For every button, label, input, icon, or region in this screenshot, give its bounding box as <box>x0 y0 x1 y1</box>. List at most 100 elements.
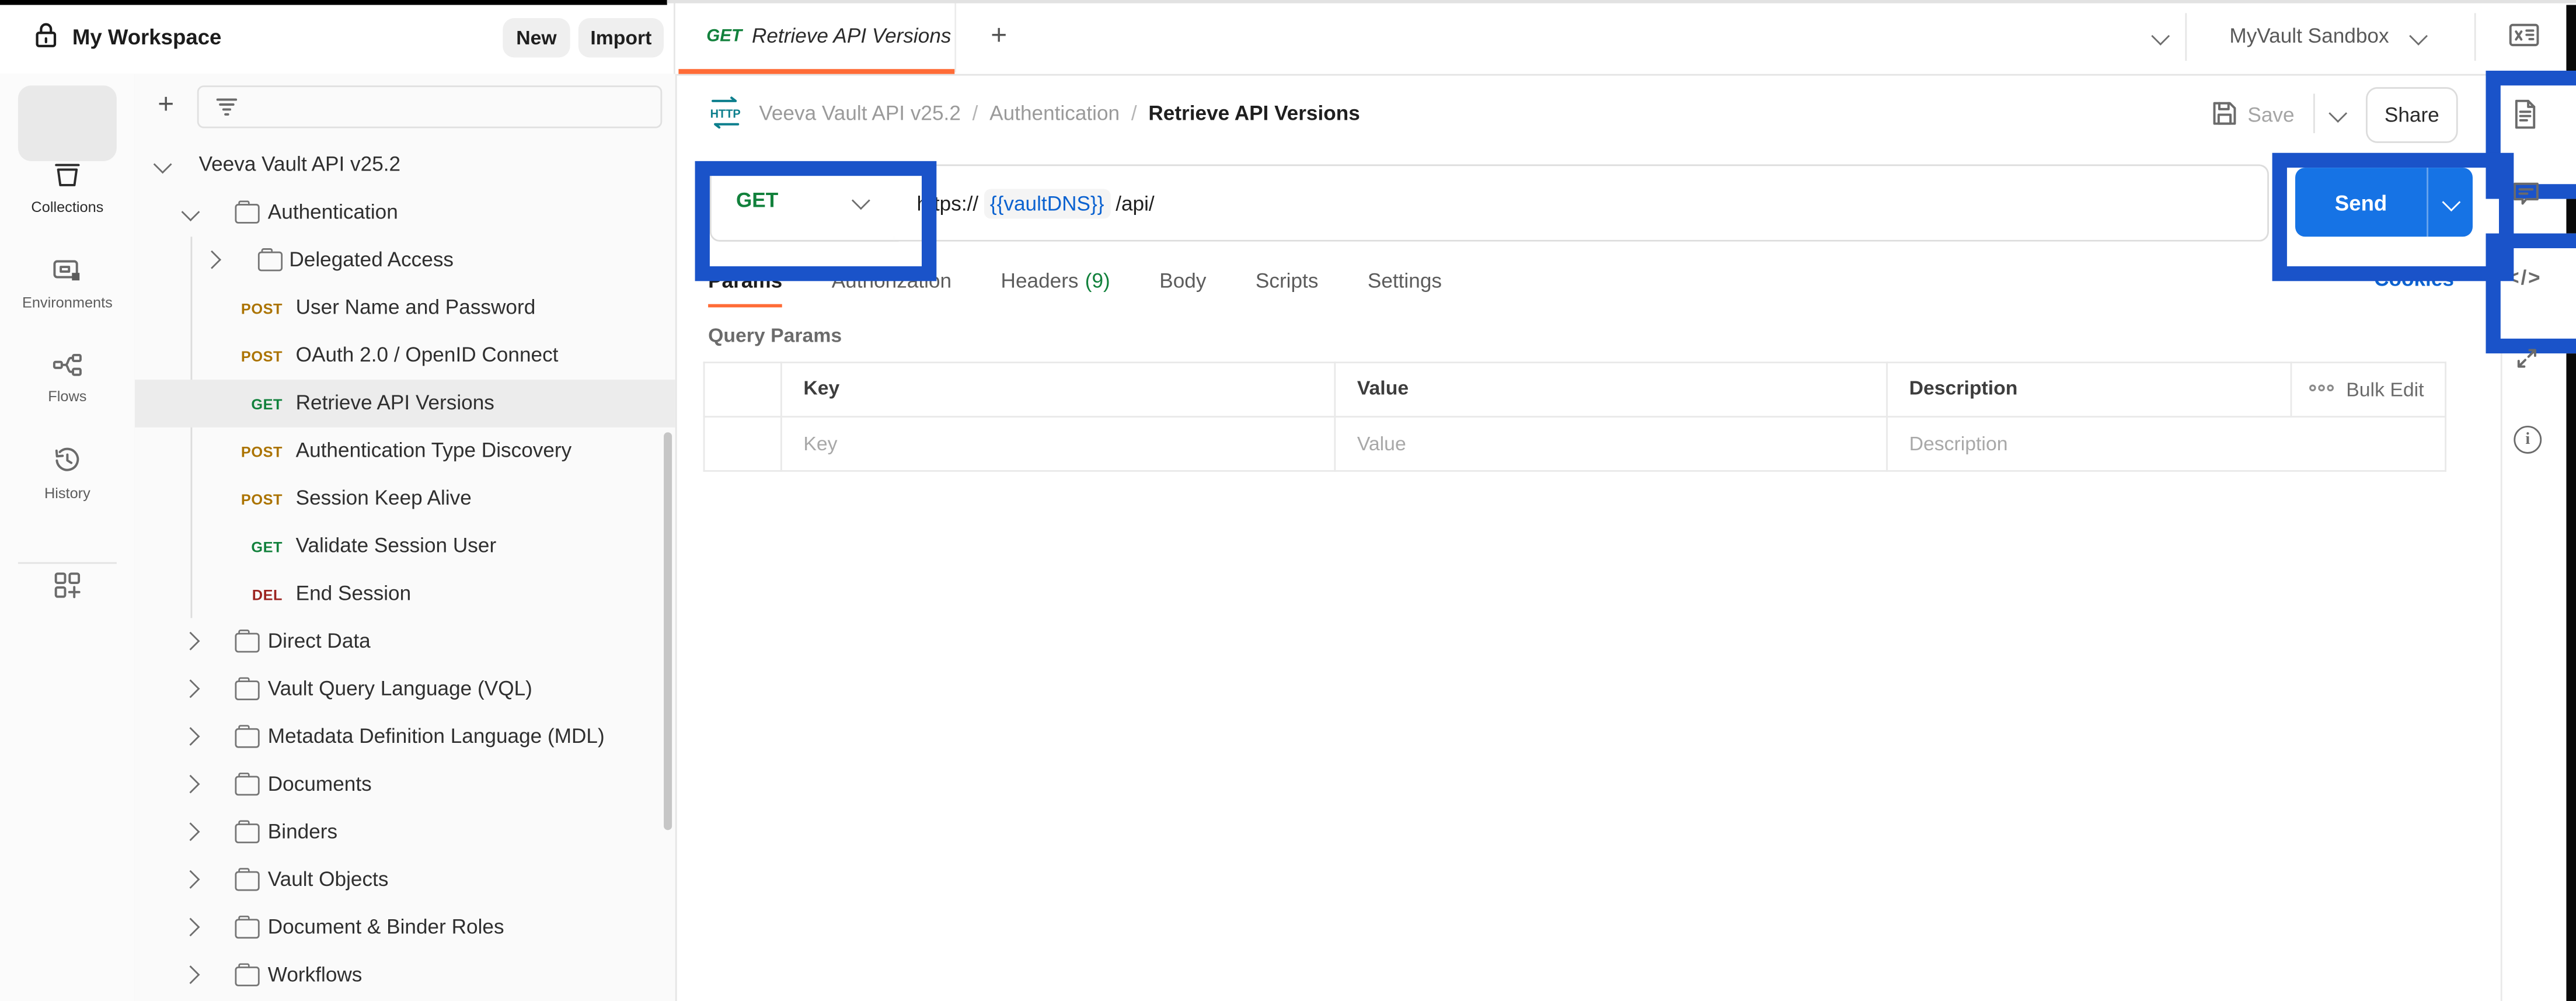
tree-folder-label: Direct Data <box>268 630 371 652</box>
tree-folder[interactable]: Delegated Access <box>135 237 675 284</box>
tree-request-label: Authentication Type Discovery <box>296 439 572 461</box>
tree-folder[interactable]: Document & Binder Roles <box>135 904 675 952</box>
search-input[interactable] <box>197 85 663 128</box>
bulk-edit-icon <box>2309 383 2335 393</box>
http-request-icon: HTTP <box>706 93 744 131</box>
chevron-right-icon <box>182 727 200 746</box>
send-button-label: Send <box>2295 168 2428 237</box>
divider <box>2313 93 2315 133</box>
sidebar-item-collections[interactable]: Collections <box>0 156 135 231</box>
request-tab[interactable]: GET Retrieve API Versions <box>678 0 956 72</box>
chevron-right-icon <box>182 870 200 889</box>
tree-scrollbar[interactable] <box>664 432 672 830</box>
method-badge: POST <box>240 347 283 364</box>
sidebar-item-flows[interactable]: Flows <box>0 347 135 422</box>
info-icon[interactable]: i <box>2514 426 2542 454</box>
tree-folder[interactable]: Vault Objects <box>135 856 675 904</box>
bulk-edit-button[interactable]: Bulk Edit <box>2346 378 2424 401</box>
documentation-icon[interactable] <box>2512 99 2539 130</box>
tree-folder[interactable]: Metadata Definition Language (MDL) <box>135 714 675 762</box>
column-header-key: Key <box>803 377 839 399</box>
chevron-right-icon <box>182 918 200 937</box>
tree-folder[interactable]: Documents <box>135 761 675 809</box>
chevron-right-icon <box>182 632 200 651</box>
tree-request[interactable]: POST Session Keep Alive <box>135 475 675 523</box>
folder-icon <box>235 204 259 224</box>
breadcrumb-request: Retrieve API Versions <box>1148 102 1360 125</box>
tab-scripts[interactable]: Scripts <box>1256 255 1319 307</box>
expand-collapse-icon[interactable] <box>2514 345 2540 371</box>
method-badge: GET <box>240 395 283 412</box>
folder-icon <box>235 919 259 939</box>
environment-selector[interactable]: MyVault Sandbox <box>2229 25 2389 47</box>
param-description-input[interactable]: Description <box>1909 432 2008 455</box>
save-button[interactable]: Save <box>2247 103 2294 126</box>
url-variable[interactable]: {{vaultDNS}} <box>984 188 1111 218</box>
method-badge: POST <box>240 491 283 507</box>
window-top-edge <box>667 0 2576 4</box>
param-value-input[interactable]: Value <box>1357 432 1406 455</box>
tree-folder-label: Vault Query Language (VQL) <box>268 677 532 700</box>
breadcrumb-folder[interactable]: Authentication <box>989 102 1120 125</box>
query-params-table: Key Value Description Bulk Edit Key Valu… <box>703 362 2446 472</box>
chevron-right-icon <box>203 251 221 269</box>
chevron-down-icon <box>154 155 172 174</box>
tree-folder-label: Binders <box>268 820 337 843</box>
configure-sidebar-icon[interactable] <box>54 572 81 598</box>
tree-request[interactable]: POST Authentication Type Discovery <box>135 427 675 475</box>
send-options-chevron-icon[interactable] <box>2428 168 2473 237</box>
tree-request-label: Session Keep Alive <box>296 486 472 509</box>
comments-icon[interactable] <box>2512 181 2540 207</box>
folder-icon <box>235 680 259 700</box>
save-options-chevron-icon[interactable] <box>2328 104 2347 123</box>
add-collection-button[interactable]: + <box>158 91 174 119</box>
breadcrumb-collection[interactable]: Veeva Vault API v25.2 <box>759 102 961 125</box>
history-icon <box>53 447 82 474</box>
tab-settings[interactable]: Settings <box>1368 255 1442 307</box>
url-input[interactable]: https:// {{vaultDNS}} /api/ <box>894 164 2269 241</box>
tree-request[interactable]: POST User Name and Password <box>135 284 675 332</box>
method-badge: DEL <box>240 586 283 602</box>
tree-collection[interactable]: Veeva Vault API v25.2 <box>135 141 675 189</box>
tree-request[interactable]: GET Validate Session User <box>135 523 675 571</box>
tree-folder[interactable]: Binders <box>135 809 675 857</box>
tree-folder[interactable]: Direct Data <box>135 618 675 666</box>
folder-icon <box>235 967 259 986</box>
sidebar-item-environments[interactable]: Environments <box>0 252 135 327</box>
tree-request-selected[interactable]: GET Retrieve API Versions <box>135 380 675 427</box>
tree-folder-label: Documents <box>268 773 372 795</box>
add-tab-button[interactable]: + <box>991 22 1007 50</box>
window-top-edge <box>0 0 667 5</box>
save-icon <box>2211 100 2237 127</box>
sidebar-item-history[interactable]: History <box>0 440 135 516</box>
tree-folder-label: Delegated Access <box>289 248 454 271</box>
svg-text:HTTP: HTTP <box>710 107 741 120</box>
tree-folder[interactable]: Workflows <box>135 952 675 1000</box>
tree-folder[interactable]: Authentication <box>135 189 675 237</box>
workspace-name[interactable]: My Workspace <box>72 25 222 49</box>
send-button[interactable]: Send <box>2295 168 2473 237</box>
header-divider <box>674 0 675 74</box>
tree-folder-label: Authentication <box>268 200 398 223</box>
chevron-down-icon <box>182 203 200 221</box>
tab-method-badge: GET <box>706 26 742 46</box>
column-header-description: Description <box>1909 377 2018 399</box>
environment-quick-look-icon[interactable] <box>2509 23 2540 47</box>
share-button[interactable]: Share <box>2366 87 2458 143</box>
folder-icon <box>235 633 259 653</box>
tree-request[interactable]: DEL End Session <box>135 571 675 618</box>
tab-headers[interactable]: Headers(9) <box>1001 255 1110 307</box>
folder-icon <box>235 823 259 843</box>
import-button[interactable]: Import <box>578 18 664 58</box>
method-badge: POST <box>240 443 283 460</box>
tree-folder[interactable]: Vault Query Language (VQL) <box>135 666 675 714</box>
flows-icon <box>53 353 82 376</box>
divider <box>2185 13 2187 61</box>
tree-request[interactable]: POST OAuth 2.0 / OpenID Connect <box>135 332 675 380</box>
new-button[interactable]: New <box>503 18 570 58</box>
tree-folder-label: Vault Objects <box>268 868 389 891</box>
tab-body[interactable]: Body <box>1159 255 1206 307</box>
left-rail: Collections Environments <box>0 74 137 1001</box>
chevron-right-icon <box>182 775 200 794</box>
param-key-input[interactable]: Key <box>803 432 837 455</box>
